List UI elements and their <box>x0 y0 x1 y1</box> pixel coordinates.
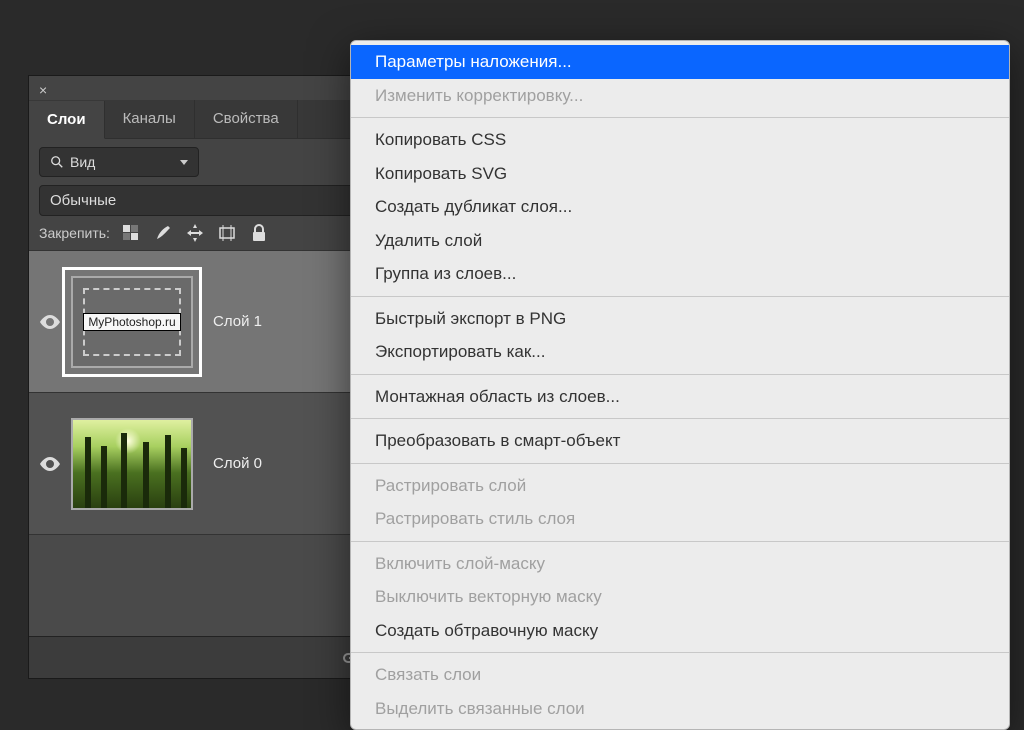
menu-separator <box>351 541 1009 542</box>
search-icon <box>50 155 64 169</box>
menu-item[interactable]: Копировать CSS <box>351 123 1009 157</box>
visibility-icon[interactable] <box>40 457 60 471</box>
lock-all-icon[interactable] <box>250 224 268 242</box>
tab-properties[interactable]: Свойства <box>195 100 298 138</box>
menu-item: Выключить векторную маску <box>351 580 1009 614</box>
menu-separator <box>351 418 1009 419</box>
layer-name[interactable]: Слой 0 <box>213 455 262 472</box>
menu-item: Растрировать стиль слоя <box>351 502 1009 536</box>
filter-label: Вид <box>70 154 95 170</box>
menu-item: Выделить связанные слои <box>351 692 1009 726</box>
menu-separator <box>351 374 1009 375</box>
menu-separator <box>351 463 1009 464</box>
menu-item[interactable]: Параметры наложения... <box>351 45 1009 79</box>
menu-separator <box>351 117 1009 118</box>
menu-item[interactable]: Монтажная область из слоев... <box>351 380 1009 414</box>
menu-item: Включить слой-маску <box>351 547 1009 581</box>
blend-mode-value: Обычные <box>50 192 116 209</box>
menu-separator <box>351 296 1009 297</box>
lock-paint-icon[interactable] <box>154 224 172 242</box>
visibility-icon[interactable] <box>40 315 60 329</box>
chevron-down-icon <box>180 160 188 165</box>
layer-thumbnail[interactable]: MyPhotoshop.ru <box>71 276 193 368</box>
menu-item[interactable]: Экспортировать как... <box>351 335 1009 369</box>
menu-item[interactable]: Быстрый экспорт в PNG <box>351 302 1009 336</box>
menu-separator <box>351 652 1009 653</box>
menu-item: Растрировать слой <box>351 469 1009 503</box>
watermark-text: MyPhotoshop.ru <box>83 313 180 331</box>
menu-item: Изменить корректировку... <box>351 79 1009 113</box>
layer-filter-select[interactable]: Вид <box>39 147 199 177</box>
lock-label: Закрепить: <box>39 225 110 241</box>
menu-item[interactable]: Копировать SVG <box>351 157 1009 191</box>
tab-layers[interactable]: Слои <box>29 101 105 139</box>
menu-item[interactable]: Группа из слоев... <box>351 257 1009 291</box>
lock-artboard-icon[interactable] <box>218 224 236 242</box>
lock-transparency-icon[interactable] <box>122 224 140 242</box>
tab-channels[interactable]: Каналы <box>105 100 195 138</box>
menu-item[interactable]: Преобразовать в смарт-объект <box>351 424 1009 458</box>
layer-context-menu: Параметры наложения...Изменить корректир… <box>350 40 1010 730</box>
close-icon[interactable]: × <box>39 82 47 98</box>
menu-item[interactable]: Создать обтравочную маску <box>351 614 1009 648</box>
menu-item[interactable]: Удалить слой <box>351 224 1009 258</box>
layer-thumbnail[interactable] <box>71 418 193 510</box>
lock-position-icon[interactable] <box>186 224 204 242</box>
layer-name[interactable]: Слой 1 <box>213 313 262 330</box>
menu-item[interactable]: Создать дубликат слоя... <box>351 190 1009 224</box>
menu-item: Связать слои <box>351 658 1009 692</box>
